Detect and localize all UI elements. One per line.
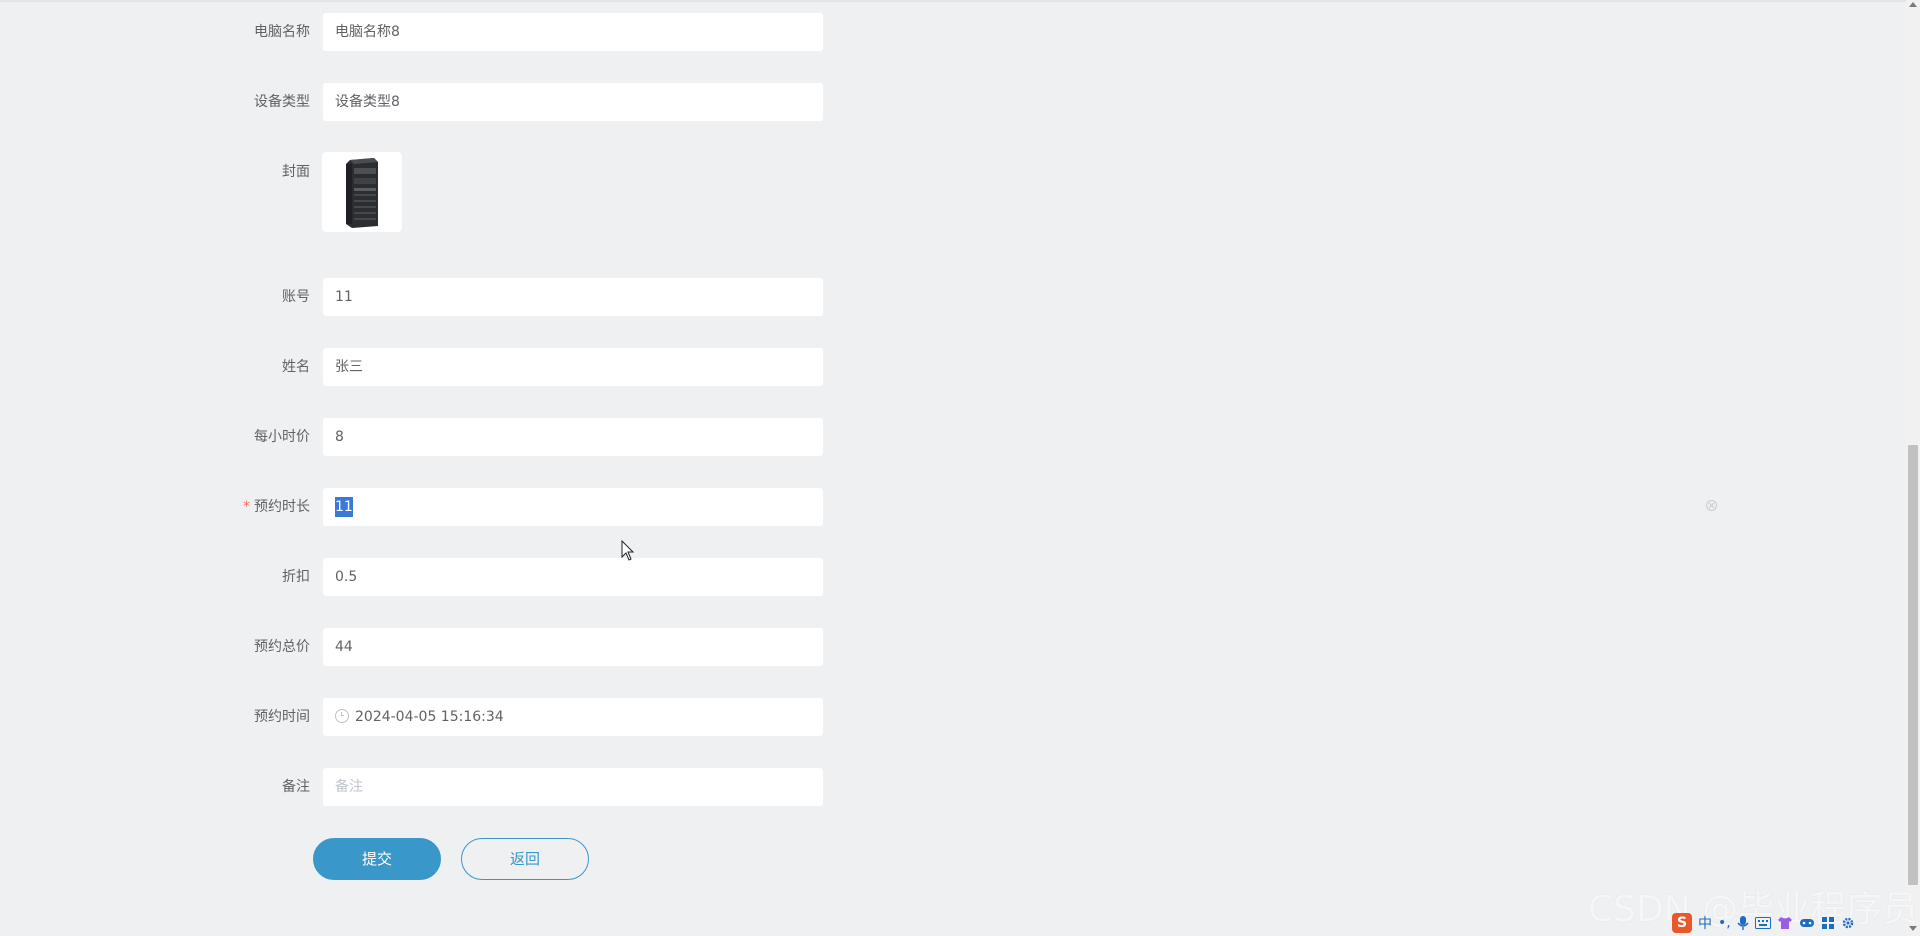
booking-time-label: 预约时间 [254, 709, 310, 725]
desktop-tower-pc-icon [346, 158, 378, 228]
shirt-icon[interactable] [1777, 916, 1793, 930]
settings-icon[interactable] [1841, 916, 1855, 930]
grid-icon[interactable] [1821, 916, 1835, 930]
duration-input[interactable]: 11 [322, 487, 824, 527]
account-input[interactable]: 11 [322, 277, 824, 317]
scroll-up-arrow-icon[interactable] [1909, 2, 1917, 7]
duration-label: * 预约时长 [170, 487, 310, 527]
account-label: 账号 [282, 289, 310, 305]
cover-label: 封面 [282, 164, 310, 180]
device-type-input[interactable]: 设备类型8 [322, 82, 824, 122]
cover-image[interactable] [322, 152, 402, 232]
hourly-price-label: 每小时价 [254, 429, 310, 445]
booking-time-picker[interactable]: 2024-04-05 15:16:34 [322, 697, 824, 737]
duration-label-text: 预约时长 [254, 499, 310, 515]
mouse-cursor-icon [621, 540, 635, 561]
vertical-scrollbar[interactable] [1906, 0, 1920, 936]
back-button[interactable]: 返回 [461, 838, 589, 880]
discount-input[interactable]: 0.5 [322, 557, 824, 597]
ime-logo-icon[interactable]: S [1672, 913, 1692, 933]
booking-time-value: 2024-04-05 15:16:34 [355, 709, 504, 725]
top-border [0, 0, 1906, 2]
discount-label: 折扣 [282, 569, 310, 585]
microphone-icon[interactable] [1737, 915, 1749, 931]
ime-mode-indicator[interactable]: 中 [1698, 913, 1712, 933]
keyboard-icon[interactable] [1754, 917, 1771, 929]
scrollbar-thumb[interactable] [1908, 445, 1918, 885]
submit-button[interactable]: 提交 [313, 838, 441, 880]
name-input[interactable]: 张三 [322, 347, 824, 387]
hourly-price-input[interactable]: 8 [322, 417, 824, 457]
total-price-input[interactable]: 44 [322, 627, 824, 667]
game-icon[interactable] [1799, 917, 1815, 929]
required-asterisk: * [243, 499, 250, 515]
remark-input[interactable]: 备注 [322, 767, 824, 807]
ime-punctuation-indicator[interactable]: •, [1718, 915, 1731, 931]
total-price-label: 预约总价 [254, 639, 310, 655]
remark-label: 备注 [282, 779, 310, 795]
clear-icon[interactable] [1706, 500, 1717, 511]
computer-name-label: 电脑名称 [254, 24, 310, 40]
ime-toolbar[interactable]: S 中 •, [1672, 910, 1855, 936]
computer-name-input[interactable]: 电脑名称8 [322, 12, 824, 52]
name-label: 姓名 [282, 359, 310, 375]
device-type-label: 设备类型 [254, 94, 310, 110]
clock-icon [335, 709, 349, 723]
duration-selected-text: 11 [335, 497, 353, 517]
